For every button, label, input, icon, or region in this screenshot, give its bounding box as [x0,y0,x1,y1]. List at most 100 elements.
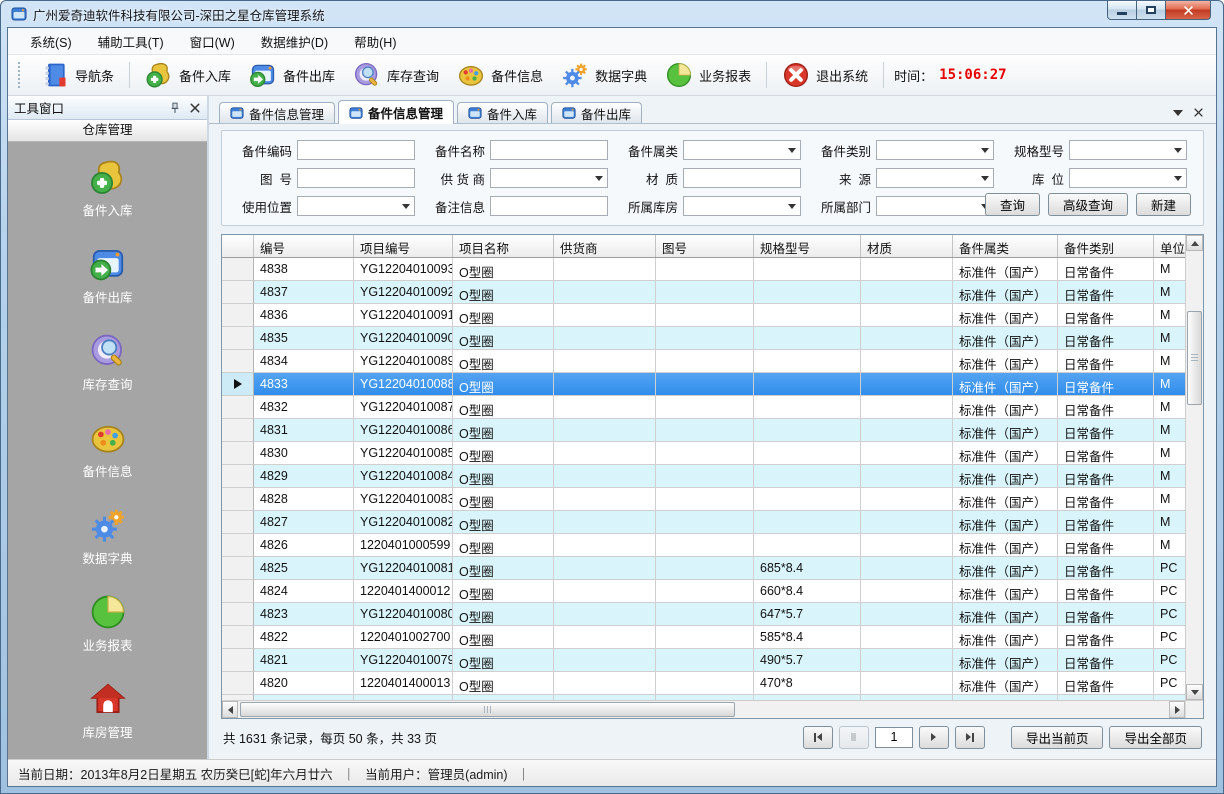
previous-page-button[interactable] [839,726,869,749]
source-combo[interactable] [876,168,994,188]
toolbar-button-parts-out[interactable]: 备件出库 [240,57,344,93]
column-header-8[interactable]: 备件类别 [1058,235,1154,257]
part-name-input[interactable] [490,140,608,160]
menu-item-system[interactable]: 系统(S) [20,29,82,54]
row-header-cell[interactable] [222,419,254,442]
row-header-cell[interactable] [222,258,254,281]
row-header-cell[interactable] [222,488,254,511]
spec-model-combo[interactable] [1069,140,1187,160]
toolbar-button-report[interactable]: 业务报表 [656,57,760,93]
table-row[interactable]: 48241220401400012O型圈660*8.4标准件（国产）日常备件PC [222,580,1185,603]
table-row[interactable]: 4835YG12204010090O型圈标准件（国产）日常备件M [222,327,1185,350]
drawing-no-input[interactable] [297,168,415,188]
tab-close-icon[interactable] [1193,107,1204,118]
sidebar-item-parts-in[interactable]: 备件入库 [8,158,207,219]
toolbar-button-parts-info[interactable]: 备件信息 [448,57,552,93]
column-header-5[interactable]: 规格型号 [754,235,861,257]
tab-2[interactable]: 备件入库 [457,102,548,123]
row-header-cell[interactable] [222,534,254,557]
row-header-cell[interactable] [222,603,254,626]
column-header-4[interactable]: 图号 [656,235,754,257]
sidebar-close-icon[interactable] [189,102,201,114]
table-row[interactable]: 4825YG12204010081O型圈685*8.4标准件（国产）日常备件PC [222,557,1185,580]
table-row[interactable]: 48261220401000599O型圈标准件（国产）日常备件M [222,534,1185,557]
column-header-6[interactable]: 材质 [861,235,953,257]
menu-item-window[interactable]: 窗口(W) [180,29,245,54]
row-header-cell[interactable] [222,672,254,695]
row-header-cell[interactable] [222,327,254,350]
sidebar-item-parts-info[interactable]: 备件信息 [8,419,207,480]
part-code-input[interactable] [297,140,415,160]
export-current-page-button[interactable]: 导出当前页 [1011,726,1104,749]
table-row[interactable]: 4836YG12204010091O型圈标准件（国产）日常备件M [222,304,1185,327]
column-header-9[interactable]: 单位 [1154,235,1185,257]
sidebar-item-warehouse[interactable]: 库房管理 [8,680,207,741]
row-header-cell[interactable] [222,281,254,304]
toolbar-button-stock-search[interactable]: 库存查询 [344,57,448,93]
vertical-scroll-track[interactable] [1186,251,1203,684]
new-button[interactable]: 新建 [1136,193,1191,216]
row-header-cell[interactable] [222,396,254,419]
row-header-cell[interactable] [222,373,254,396]
table-row[interactable]: 48201220401400013O型圈470*8标准件（国产）日常备件PC [222,672,1185,695]
scroll-down-button[interactable] [1186,684,1203,700]
vertical-scroll-thumb[interactable] [1187,311,1202,405]
horizontal-scrollbar[interactable] [222,701,1185,718]
table-row[interactable]: 4838YG12204010093O型圈标准件（国产）日常备件M [222,258,1185,281]
warehouse-combo[interactable] [683,196,801,216]
last-page-button[interactable] [955,726,985,749]
row-header-cell[interactable] [222,580,254,603]
toolbar-grip[interactable] [18,62,24,88]
horizontal-scroll-track[interactable] [238,701,1169,718]
row-header-cell[interactable] [222,511,254,534]
part-class-combo[interactable] [876,140,994,160]
use-position-combo[interactable] [297,196,415,216]
toolbar-button-data-dict[interactable]: 数据字典 [552,57,656,93]
toolbar-button-parts-in[interactable]: 备件入库 [136,57,240,93]
scroll-right-button[interactable] [1169,701,1185,718]
stock-location-combo[interactable] [1069,168,1187,188]
table-row[interactable]: 4837YG12204010092O型圈标准件（国产）日常备件M [222,281,1185,304]
tab-1[interactable]: 备件信息管理 [338,100,454,124]
column-header-7[interactable]: 备件属类 [953,235,1058,257]
part-category-combo[interactable] [683,140,801,160]
pin-icon[interactable] [169,102,181,114]
toolbar-button-exit[interactable]: 退出系统 [773,57,877,93]
next-page-button[interactable] [919,726,949,749]
table-row[interactable]: 4830YG12204010085O型圈标准件（国产）日常备件M [222,442,1185,465]
column-header-3[interactable]: 供货商 [554,235,656,257]
tab-0[interactable]: 备件信息管理 [219,102,335,123]
toolbar-button-book[interactable]: 导航条 [32,57,123,93]
table-row[interactable]: 4834YG12204010089O型圈标准件（国产）日常备件M [222,350,1185,373]
table-row[interactable]: 4833YG12204010088O型圈标准件（国产）日常备件M [222,373,1185,396]
table-row[interactable]: 4828YG12204010083O型圈标准件（国产）日常备件M [222,488,1185,511]
row-header-cell[interactable] [222,442,254,465]
row-header-cell[interactable] [222,649,254,672]
sidebar-item-parts-out[interactable]: 备件出库 [8,245,207,306]
sidebar-item-report[interactable]: 业务报表 [8,593,207,654]
row-header-cell[interactable] [222,465,254,488]
close-button[interactable] [1165,1,1211,20]
menu-item-data-maintenance[interactable]: 数据维护(D) [251,29,338,54]
tab-list-dropdown-icon[interactable] [1173,110,1183,116]
export-all-pages-button[interactable]: 导出全部页 [1109,726,1202,749]
query-button[interactable]: 查询 [985,193,1040,216]
page-number-input[interactable] [875,727,913,748]
table-row[interactable]: 48221220401002700O型圈585*8.4标准件（国产）日常备件PC [222,626,1185,649]
remark-input[interactable] [490,196,608,216]
sidebar-item-data-dict[interactable]: 数据字典 [8,506,207,567]
department-combo[interactable] [876,196,994,216]
table-row[interactable]: 4823YG12204010080O型圈647*5.7标准件（国产）日常备件PC [222,603,1185,626]
material-input[interactable] [683,168,801,188]
scroll-left-button[interactable] [222,701,238,718]
advanced-query-button[interactable]: 高级查询 [1048,193,1128,216]
minimize-button[interactable] [1107,1,1137,20]
column-header-1[interactable]: 项目编号 [354,235,453,257]
vertical-scrollbar[interactable] [1185,235,1203,700]
row-header-cell[interactable] [222,557,254,580]
first-page-button[interactable] [803,726,833,749]
row-header-cell[interactable] [222,350,254,373]
supplier-combo[interactable] [490,168,608,188]
sidebar-item-stock-search[interactable]: 库存查询 [8,332,207,393]
maximize-button[interactable] [1136,1,1166,20]
